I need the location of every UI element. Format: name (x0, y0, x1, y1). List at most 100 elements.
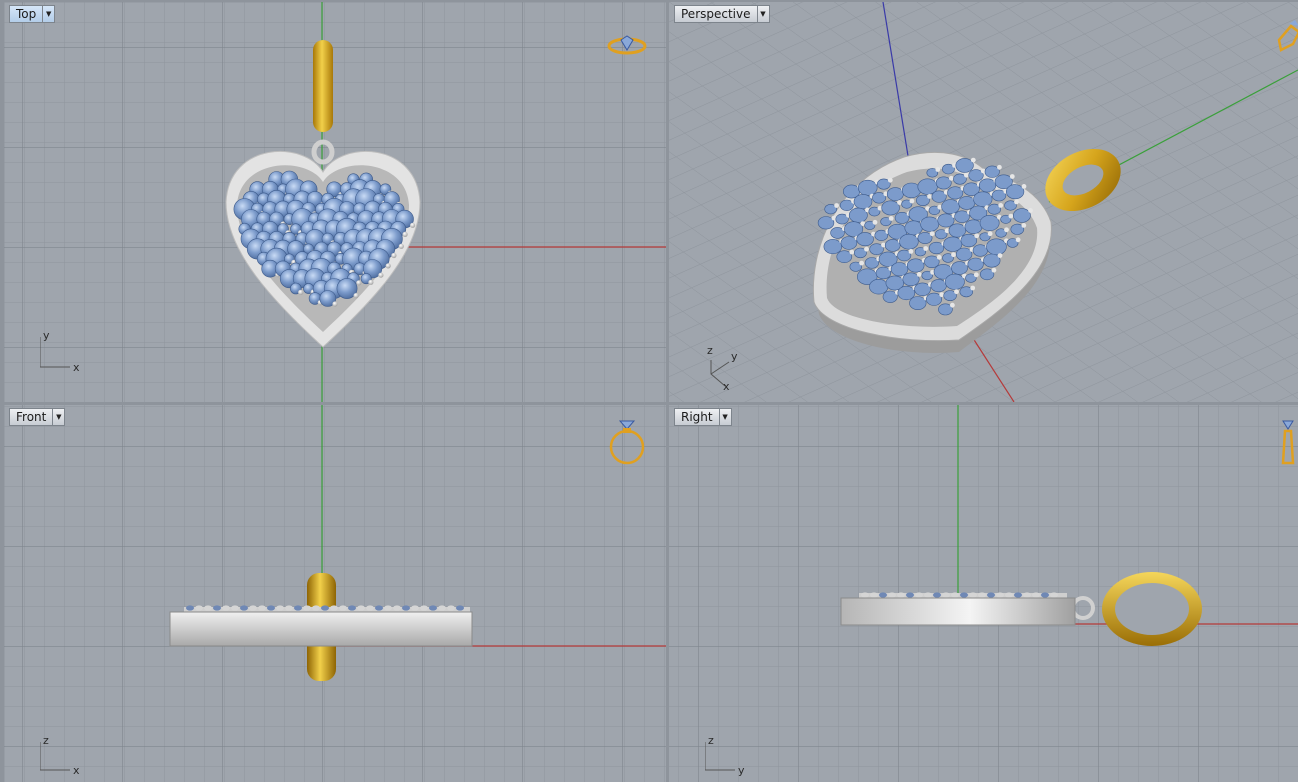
prong-bead (834, 203, 839, 208)
gemstone (848, 207, 868, 223)
prong-bead (909, 198, 915, 204)
gem-edge (879, 592, 887, 598)
top-canvas (4, 2, 666, 402)
viewport-perspective[interactable]: z y x Perspective ▼ (669, 2, 1298, 402)
gem-edge (978, 592, 986, 598)
prong-bead (368, 279, 374, 285)
gemstone (979, 215, 1000, 232)
gem-edge (447, 605, 455, 611)
gem-edge (213, 605, 221, 611)
prong-bead (908, 249, 914, 254)
prong-bead (1021, 184, 1027, 189)
gemstone (920, 216, 940, 232)
gemstone (986, 238, 1007, 256)
gem-edge (249, 605, 257, 611)
gemstone (941, 199, 960, 215)
gem-edge (339, 605, 347, 611)
ring-gizmo-icon[interactable] (605, 32, 649, 60)
gem-edge (330, 605, 338, 611)
gemstone (853, 194, 873, 210)
gem-edge (303, 605, 311, 611)
viewport-right[interactable]: z y Right ▼ (669, 405, 1298, 782)
gem-edge (888, 592, 896, 598)
ring-gizmo-icon[interactable] (1273, 20, 1298, 70)
gem-edge (195, 605, 203, 611)
prong-bead (991, 267, 997, 273)
prong-bead (927, 194, 932, 199)
prong-bead (1009, 174, 1015, 179)
prong-bead (970, 285, 976, 291)
gem-edge (402, 605, 410, 611)
viewport-label: Front (16, 410, 47, 424)
gem-edge (996, 592, 1004, 598)
prong-bead (410, 222, 416, 228)
prong-bead (385, 263, 391, 269)
gem-edge (942, 592, 950, 598)
gem-edge (411, 605, 419, 611)
svg-text:x: x (73, 764, 80, 777)
prong-bead (1008, 213, 1014, 219)
gem-edge (906, 592, 914, 598)
chevron-down-icon[interactable]: ▼ (718, 409, 731, 425)
gem-edge (438, 605, 446, 611)
gem-edge (204, 605, 212, 611)
viewport-top[interactable]: y x Top ▼ (4, 2, 666, 402)
gemstone (840, 236, 858, 250)
prong-bead (936, 254, 942, 260)
gem-edge (960, 592, 968, 598)
gem-edge (987, 592, 995, 598)
prong-bead (398, 243, 404, 249)
viewport-title[interactable]: Front ▼ (9, 408, 66, 426)
gem-edge (933, 592, 941, 598)
ring-gizmo-icon[interactable] (605, 413, 649, 467)
prong-bead (1028, 208, 1033, 213)
chevron-down-icon[interactable]: ▼ (756, 6, 769, 22)
prong-bead (998, 203, 1004, 208)
gem-edge (366, 605, 374, 611)
gem-edge (429, 605, 437, 611)
prong-bead (948, 175, 954, 181)
viewport-label: Right (681, 410, 713, 424)
gem-edge (951, 592, 959, 598)
svg-text:z: z (708, 734, 714, 747)
chevron-down-icon[interactable]: ▼ (52, 409, 64, 425)
prong-bead (897, 200, 902, 205)
svg-text:z: z (43, 734, 49, 747)
chevron-down-icon[interactable]: ▼ (42, 6, 54, 22)
gem-edge (420, 605, 428, 611)
prong-bead (353, 293, 359, 299)
gemstone (909, 296, 927, 310)
gem-edge (924, 592, 932, 598)
gem-edge (1014, 592, 1022, 598)
ring-gizmo-icon[interactable] (1277, 413, 1298, 467)
gem-edge (861, 592, 869, 598)
prong-bead (888, 216, 894, 221)
prong-bead (872, 219, 878, 225)
gem-edge (258, 605, 266, 611)
front-canvas (4, 405, 666, 782)
gem-edge (897, 592, 905, 598)
gemstone (886, 187, 904, 201)
viewport-front[interactable]: z x Front ▼ (4, 405, 666, 782)
viewport-title[interactable]: Top ▼ (9, 5, 56, 23)
gemstone (899, 233, 919, 250)
viewport-title[interactable]: Right ▼ (674, 408, 732, 426)
viewport-label: Top (16, 7, 37, 21)
gem-edge (375, 605, 383, 611)
prong-bead (973, 272, 979, 278)
prong-bead (974, 233, 980, 239)
gemstone (983, 253, 1001, 268)
gem-edge (357, 605, 365, 611)
prong-bead (298, 289, 304, 295)
gemstone (881, 200, 900, 216)
gem-edge (1005, 592, 1013, 598)
axis-indicator: z y x (707, 344, 738, 392)
prong-bead (935, 167, 941, 172)
prong-bead (356, 280, 362, 286)
gem-edge (312, 605, 320, 611)
gem-edge (321, 605, 329, 611)
svg-text:x: x (723, 380, 730, 392)
svg-text:y: y (43, 329, 50, 342)
viewport-title[interactable]: Perspective ▼ (674, 5, 770, 23)
prong-bead (997, 164, 1002, 170)
